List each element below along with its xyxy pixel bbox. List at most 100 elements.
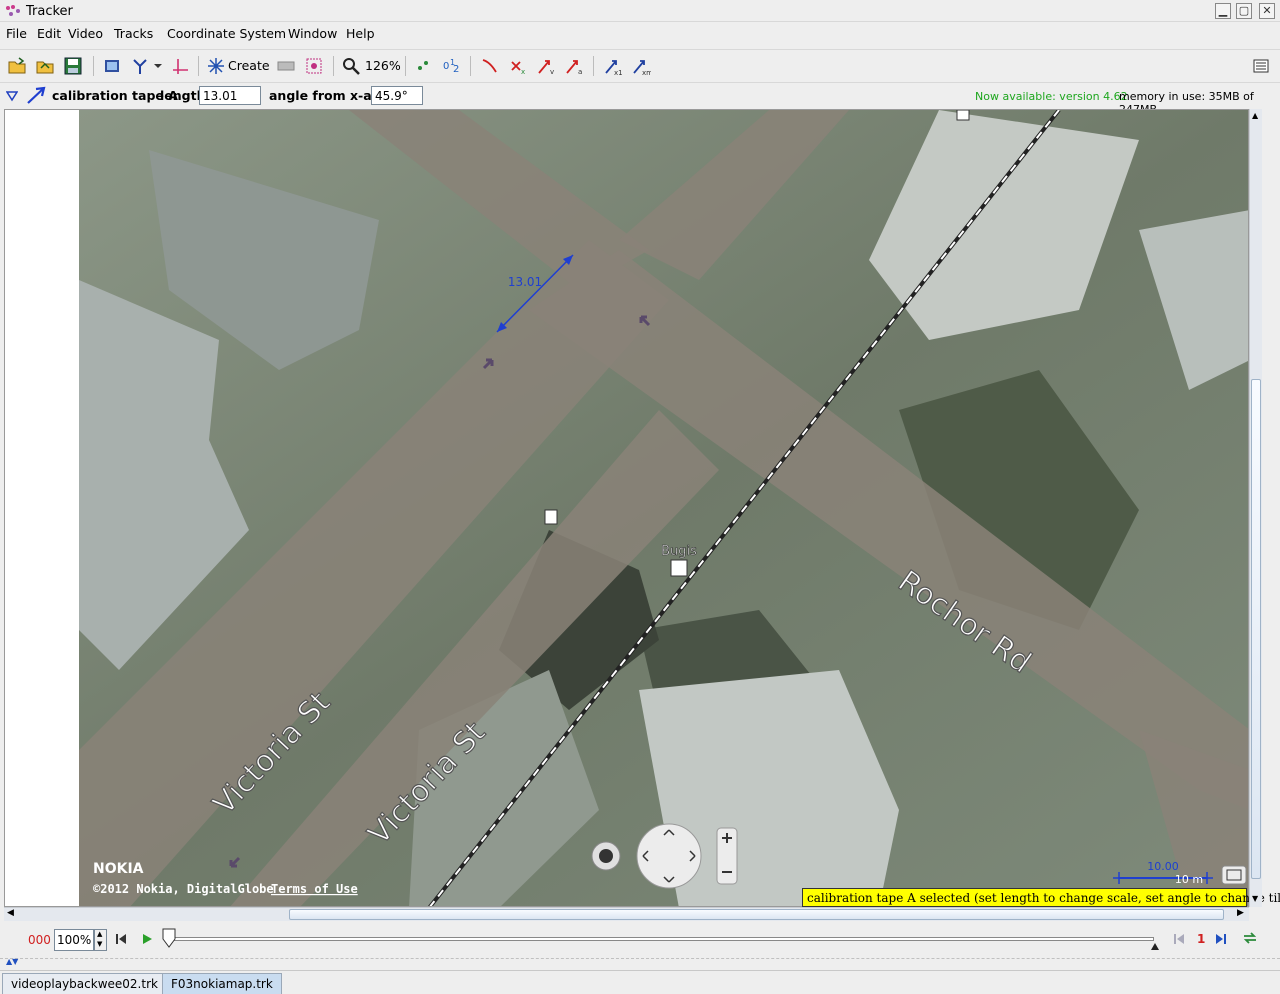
panel-divider[interactable]: ▲▼ <box>0 957 1280 966</box>
svg-text:2: 2 <box>453 64 459 75</box>
tab-videoplaybackwee02[interactable]: videoplaybackwee02.trk <box>2 973 167 994</box>
scroll-left-arrow-icon[interactable]: ◀ <box>7 908 14 918</box>
bus-stop-icon[interactable] <box>956 110 970 121</box>
bus-stop-icon[interactable] <box>544 509 558 525</box>
update-notice[interactable]: Now available: version 4.62 <box>975 90 1128 103</box>
calibration-tape-icon <box>27 86 46 104</box>
menu-bar: File Edit Video Tracks Coordinate System… <box>0 23 1280 45</box>
clip-settings-icon[interactable] <box>102 56 122 76</box>
tab-f03nokiamap[interactable]: F03nokiamap.trk <box>162 973 282 994</box>
nokia-logo: NOKIA <box>93 861 144 877</box>
spinner-down-icon[interactable]: ▼ <box>97 940 102 948</box>
map-type-icon <box>599 849 613 863</box>
menu-help[interactable]: Help <box>346 26 375 41</box>
xm-vector-icon[interactable]: xm <box>631 56 651 76</box>
autotracker-icon[interactable] <box>304 56 324 76</box>
reset-icon[interactable] <box>114 932 128 946</box>
title-bar: Tracker ▁ ▢ ✕ <box>0 0 1280 22</box>
track-menu-triangle-icon[interactable] <box>6 90 18 102</box>
zoom-icon[interactable] <box>341 56 361 76</box>
spinner-up-icon[interactable]: ▲ <box>97 930 102 938</box>
length-field[interactable] <box>199 86 261 105</box>
step-back-icon[interactable] <box>1172 933 1186 945</box>
scroll-right-arrow-icon[interactable]: ▶ <box>1237 908 1244 918</box>
open-recent-icon[interactable] <box>35 56 55 76</box>
scroll-up-arrow-icon[interactable]: ▲ <box>1252 111 1258 120</box>
toolbar-separator <box>470 56 471 76</box>
svg-text:a: a <box>578 68 582 76</box>
map-copyright: ©2012 Nokia, DigitalGlobe <box>93 882 274 896</box>
vertical-scrollbar[interactable]: ▲ ▼ <box>1249 109 1262 907</box>
loop-icon[interactable] <box>1242 931 1258 945</box>
step-size[interactable]: 1 <box>1197 932 1205 946</box>
menu-tracks[interactable]: Tracks <box>114 26 153 41</box>
vertical-scroll-thumb[interactable] <box>1251 379 1261 879</box>
create-star-icon[interactable] <box>206 56 226 76</box>
map-scale-label: 10 m <box>1175 873 1203 886</box>
toolbar-separator <box>405 56 406 76</box>
horizontal-scroll-thumb[interactable] <box>289 909 1224 920</box>
menu-edit[interactable]: Edit <box>37 26 61 41</box>
terms-of-use-link[interactable]: Terms of Use <box>271 882 358 896</box>
minimize-button[interactable]: ▁ <box>1215 3 1231 19</box>
menu-video[interactable]: Video <box>68 26 103 41</box>
overview-map-button[interactable] <box>1221 865 1247 885</box>
open-file-icon[interactable] <box>7 56 27 76</box>
pan-control[interactable] <box>636 823 702 889</box>
frame-number[interactable]: 000 <box>28 933 51 947</box>
save-icon[interactable] <box>63 56 83 76</box>
track-property-bar: calibration tape A length angle from x-a… <box>0 82 1280 116</box>
toolbar-separator <box>198 56 199 76</box>
scroll-down-arrow-icon[interactable]: ▼ <box>1252 894 1258 903</box>
station-marker-icon[interactable] <box>670 559 688 577</box>
playback-rate-field[interactable]: 100% <box>54 929 94 951</box>
svg-text:0: 0 <box>443 61 449 72</box>
show-points-icon[interactable] <box>414 56 434 76</box>
divider-collapse-icon[interactable]: ▲▼ <box>6 957 18 966</box>
menu-file[interactable]: File <box>6 26 27 41</box>
selection-tooltip: calibration tape A selected (set length … <box>802 888 1280 907</box>
track-control-icon[interactable] <box>276 56 296 76</box>
toolbar-separator <box>333 56 334 76</box>
angle-field[interactable] <box>371 86 423 105</box>
calibration-tools-icon[interactable] <box>130 56 150 76</box>
play-icon[interactable] <box>140 932 154 946</box>
maximize-button[interactable]: ▢ <box>1236 3 1252 19</box>
project-tabs: videoplaybackwee02.trk F03nokiamap.trk <box>0 970 1280 994</box>
notes-icon[interactable] <box>1251 56 1271 76</box>
svg-text:x: x <box>521 68 525 76</box>
svg-text:x1: x1 <box>614 69 623 76</box>
axes-icon[interactable] <box>170 56 190 76</box>
frame-slider-track[interactable] <box>169 937 1154 941</box>
menu-window[interactable]: Window <box>288 26 337 41</box>
map-view[interactable]: Victoria St Victoria St Rochor Rd Bugis … <box>79 110 1249 907</box>
player-controls: 000 100% ▲ ▼ 1 <box>4 925 1270 955</box>
step-forward-icon[interactable] <box>1214 933 1228 945</box>
toolbar-separator <box>593 56 594 76</box>
scale-readout: 10.00 <box>1147 860 1179 873</box>
trails-icon[interactable] <box>480 56 500 76</box>
menu-coordinate-system[interactable]: Coordinate System <box>167 26 286 41</box>
tracker-app-icon <box>6 5 20 16</box>
tape-length-readout: 13.01 <box>508 275 542 289</box>
position-vectors-icon[interactable]: x <box>508 56 528 76</box>
create-button[interactable]: Create <box>228 58 270 73</box>
window-title: Tracker <box>26 4 73 19</box>
svg-text:xm: xm <box>642 69 651 76</box>
toolbar-separator <box>93 56 94 76</box>
label-points-icon[interactable]: 0 12 <box>442 56 462 76</box>
video-panel[interactable]: Victoria St Victoria St Rochor Rd Bugis … <box>4 109 1249 907</box>
rate-spinner[interactable]: ▲ ▼ <box>94 929 107 951</box>
main-toolbar: Create 126% 012 x v a x1 xm <box>0 49 1280 81</box>
zoom-level[interactable]: 126% <box>365 58 401 73</box>
chevron-down-icon[interactable] <box>150 56 170 76</box>
close-button[interactable]: ✕ <box>1259 3 1275 19</box>
horizontal-scrollbar[interactable]: ◀ ▶ <box>4 907 1249 921</box>
station-label: Bugis <box>661 544 697 559</box>
frame-slider-handle[interactable] <box>161 927 177 949</box>
x1-vector-icon[interactable]: x1 <box>603 56 623 76</box>
velocity-vectors-icon[interactable]: v <box>536 56 556 76</box>
acceleration-vectors-icon[interactable]: a <box>564 56 584 76</box>
svg-text:v: v <box>550 68 554 76</box>
end-frame-marker-icon[interactable] <box>1150 941 1160 951</box>
